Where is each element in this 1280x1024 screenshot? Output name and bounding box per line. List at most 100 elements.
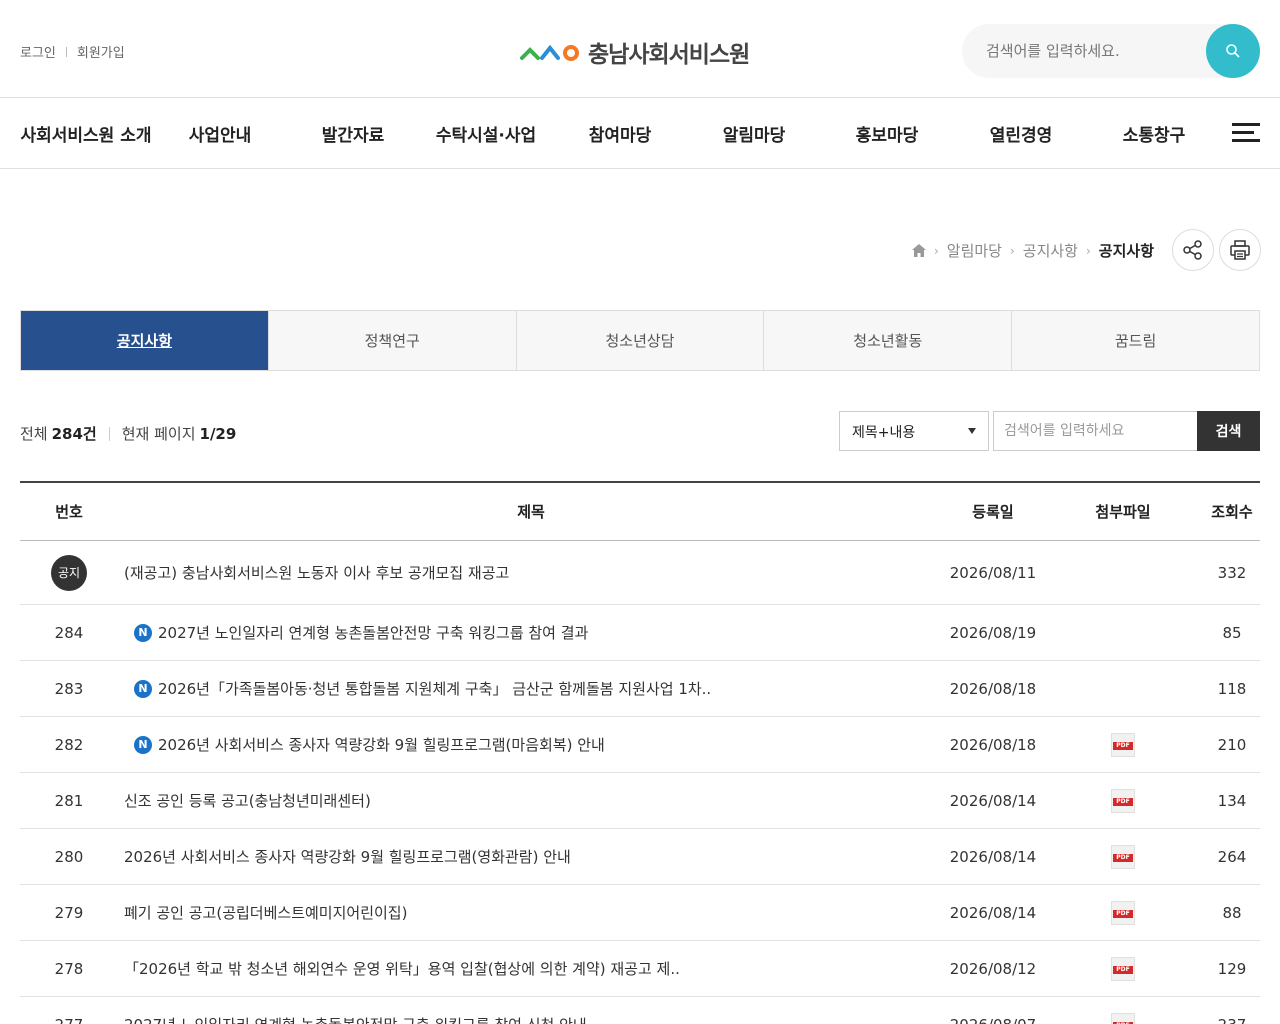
row-title-link[interactable]: 2026년「가족돌봄아동·청년 통합돌봄 지원체계 구축」 금산군 함께돌봄 지… xyxy=(158,678,711,699)
new-badge-icon: N xyxy=(134,623,152,642)
tab-policy-research[interactable]: 정책연구 xyxy=(267,311,516,370)
util-links: 로그인 회원가입 xyxy=(20,42,125,61)
gnb-item-business[interactable]: 사업안내 xyxy=(160,121,280,152)
row-date: 2026/08/14 xyxy=(949,847,1037,866)
share-button[interactable] xyxy=(1172,229,1214,271)
table-row[interactable]: 283 N 2026년「가족돌봄아동·청년 통합돌봄 지원체계 구축」 금산군 함께… xyxy=(20,661,1260,717)
row-date: 2026/08/12 xyxy=(949,959,1037,978)
main-navigation: 사회서비스원 소개 사업안내 발간자료 수탁시설·사업 참여마당 알림마당 홍보… xyxy=(0,99,1280,169)
row-title-link[interactable]: 폐기 공인 공고(공립더베스트예미지어린이집) xyxy=(124,902,407,923)
gnb-item-publications[interactable]: 발간자료 xyxy=(293,121,413,152)
tab-youth-activities[interactable]: 청소년활동 xyxy=(763,311,1011,370)
board-search-button[interactable]: 검색 xyxy=(1197,411,1260,451)
gnb-item-about[interactable]: 사회서비스원 소개 xyxy=(20,121,152,152)
breadcrumb-current: 공지사항 xyxy=(1098,242,1154,260)
table-row[interactable]: 281 신조 공인 등록 공고(충남청년미래센터) 2026/08/14 PDF 134 xyxy=(20,773,1260,829)
row-views: 88 xyxy=(1222,903,1242,922)
row-number: 283 xyxy=(54,679,84,698)
row-date: 2026/08/07 xyxy=(944,1016,1042,1024)
row-views: 210 xyxy=(1217,735,1247,754)
row-title-cell: 2026년 사회서비스 종사자 역량강화 9월 힐링프로그램(영화관람) 안내 xyxy=(118,846,944,867)
row-views: 85 xyxy=(1222,623,1242,642)
site-search-button[interactable] xyxy=(1206,24,1260,78)
logo-text: 충남사회서비스원 xyxy=(588,42,750,68)
tab-youth-counseling[interactable]: 청소년상담 xyxy=(515,311,764,370)
row-views: 264 xyxy=(1217,847,1247,866)
breadcrumb-item[interactable]: 공지사항 xyxy=(1023,240,1078,261)
gnb-item-facilities[interactable]: 수탁시설·사업 xyxy=(421,121,551,152)
pdf-label: PDF xyxy=(1113,853,1133,862)
chevron-right-icon: › xyxy=(1009,243,1015,258)
gnb-item-participation[interactable]: 참여마당 xyxy=(560,121,680,152)
pdf-label: PDF xyxy=(1113,741,1133,750)
site-logo[interactable]: 충남사회서비스원 xyxy=(520,36,750,68)
row-number: 281 xyxy=(54,791,84,810)
row-views: 129 xyxy=(1217,959,1247,978)
tab-dream[interactable]: 꿈드림 xyxy=(1011,311,1259,370)
gnb-item-communication[interactable]: 소통창구 xyxy=(1094,121,1214,152)
pdf-file-icon[interactable]: PDF xyxy=(1111,844,1135,869)
page-indicator: 1/29 xyxy=(199,424,237,443)
site-search-input[interactable] xyxy=(986,38,1196,64)
row-views: 237 xyxy=(1204,1016,1260,1024)
site-search xyxy=(962,24,1260,78)
search-icon xyxy=(1226,44,1240,58)
row-title-cell: 폐기 공인 공고(공립더베스트예미지어린이집) xyxy=(118,902,944,923)
login-link[interactable]: 로그인 xyxy=(20,42,56,61)
chevron-right-icon: › xyxy=(1085,243,1091,258)
row-views: 134 xyxy=(1217,791,1247,810)
row-title-link[interactable]: 2027년 노인일자리 연계형 농촌돌봄안전망 구축 워킹그룹 참여 결과 xyxy=(158,622,588,643)
row-title-link[interactable]: 2026년 사회서비스 종사자 역량강화 9월 힐링프로그램(마음회복) 안내 xyxy=(158,734,605,755)
row-title-cell: 「2026년 학교 밖 청소년 해외연수 운영 위탁」용역 입찰(협상에 의한 … xyxy=(118,958,944,979)
total-count: 284건 xyxy=(51,425,97,443)
pdf-file-icon[interactable]: PDF xyxy=(1111,732,1135,757)
print-button[interactable] xyxy=(1219,229,1261,271)
row-title-link[interactable]: 2027년 노인일자리 연계형 농촌돌봄안전망 구축 워킹그룹 참여 신청 안내 xyxy=(124,1014,587,1024)
table-row[interactable]: 공지 (재공고) 충남사회서비스원 노동자 이사 후보 공개모집 재공고 2026/… xyxy=(20,541,1260,605)
table-row[interactable]: 282 N 2026년 사회서비스 종사자 역량강화 9월 힐링프로그램(마음회복)… xyxy=(20,717,1260,773)
table-row[interactable]: 278 「2026년 학교 밖 청소년 해외연수 운영 위탁」용역 입찰(협상에 … xyxy=(20,941,1260,997)
row-title-cell: N 2027년 노인일자리 연계형 농촌돌봄안전망 구축 워킹그룹 참여 결과 xyxy=(118,622,944,643)
board-search-input[interactable] xyxy=(993,411,1197,451)
notice-table: 번호 제목 등록일 첨부파일 조회수 공지 (재공고) 충남사회서비스원 노동자 … xyxy=(20,481,1260,1024)
row-title-link[interactable]: 「2026년 학교 밖 청소년 해외연수 운영 위탁」용역 입찰(협상에 의한 … xyxy=(124,958,680,979)
pdf-file-icon[interactable]: PDF xyxy=(1111,900,1135,925)
top-header: 로그인 회원가입 충남사회서비스원 xyxy=(0,0,1280,98)
row-date: 2026/08/18 xyxy=(949,679,1037,698)
gnb-item-pr[interactable]: 홍보마당 xyxy=(827,121,947,152)
pdf-file-icon[interactable]: PDF xyxy=(1111,956,1135,981)
col-views: 조회수 xyxy=(1211,503,1253,521)
pdf-file-icon[interactable]: PDF xyxy=(1111,1012,1135,1024)
table-row[interactable]: 277 2027년 노인일자리 연계형 농촌돌봄안전망 구축 워킹그룹 참여 신청… xyxy=(20,997,1260,1024)
search-field-select[interactable]: 제목+내용 xyxy=(839,411,989,451)
row-number: 279 xyxy=(54,903,84,922)
gnb-item-management[interactable]: 열린경영 xyxy=(961,121,1081,152)
category-tabs: 공지사항 정책연구 청소년상담 청소년활동 꿈드림 xyxy=(20,310,1260,371)
row-title-cell: 신조 공인 등록 공고(충남청년미래센터) xyxy=(118,790,944,811)
table-header: 번호 제목 등록일 첨부파일 조회수 xyxy=(20,483,1260,541)
table-row[interactable]: 279 폐기 공인 공고(공립더베스트예미지어린이집) 2026/08/14 PDF 8… xyxy=(20,885,1260,941)
pdf-label: PDF xyxy=(1113,965,1133,974)
breadcrumb-item[interactable]: 알림마당 xyxy=(947,240,1002,261)
breadcrumb: › 알림마당 › 공지사항 › 공지사항 xyxy=(911,240,1154,261)
chevron-down-icon xyxy=(968,428,976,434)
tab-notices[interactable]: 공지사항 xyxy=(21,311,268,370)
row-title-cell: (재공고) 충남사회서비스원 노동자 이사 후보 공개모집 재공고 xyxy=(118,562,944,583)
join-link[interactable]: 회원가입 xyxy=(77,42,125,61)
page-label: 현재 페이지 xyxy=(121,425,196,443)
chevron-right-icon: › xyxy=(933,243,939,258)
row-title-link[interactable]: 2026년 사회서비스 종사자 역량강화 9월 힐링프로그램(영화관람) 안내 xyxy=(124,846,571,867)
search-field-value: 제목+내용 xyxy=(852,425,916,441)
home-icon[interactable] xyxy=(911,244,926,257)
table-row[interactable]: 284 N 2027년 노인일자리 연계형 농촌돌봄안전망 구축 워킹그룹 참여 결… xyxy=(20,605,1260,661)
pdf-label: PDF xyxy=(1113,797,1133,806)
gnb-item-notices[interactable]: 알림마당 xyxy=(694,121,814,152)
new-badge-icon: N xyxy=(134,735,152,754)
menu-icon[interactable] xyxy=(1232,123,1260,143)
row-title-link[interactable]: 신조 공인 등록 공고(충남청년미래센터) xyxy=(124,790,371,811)
row-title-link[interactable]: (재공고) 충남사회서비스원 노동자 이사 후보 공개모집 재공고 xyxy=(124,562,509,583)
row-title-cell: 2027년 노인일자리 연계형 농촌돌봄안전망 구축 워킹그룹 참여 신청 안내 xyxy=(118,1014,944,1024)
pdf-file-icon[interactable]: PDF xyxy=(1111,788,1135,813)
pdf-label: PDF xyxy=(1113,909,1133,918)
table-row[interactable]: 280 2026년 사회서비스 종사자 역량강화 9월 힐링프로그램(영화관람) … xyxy=(20,829,1260,885)
